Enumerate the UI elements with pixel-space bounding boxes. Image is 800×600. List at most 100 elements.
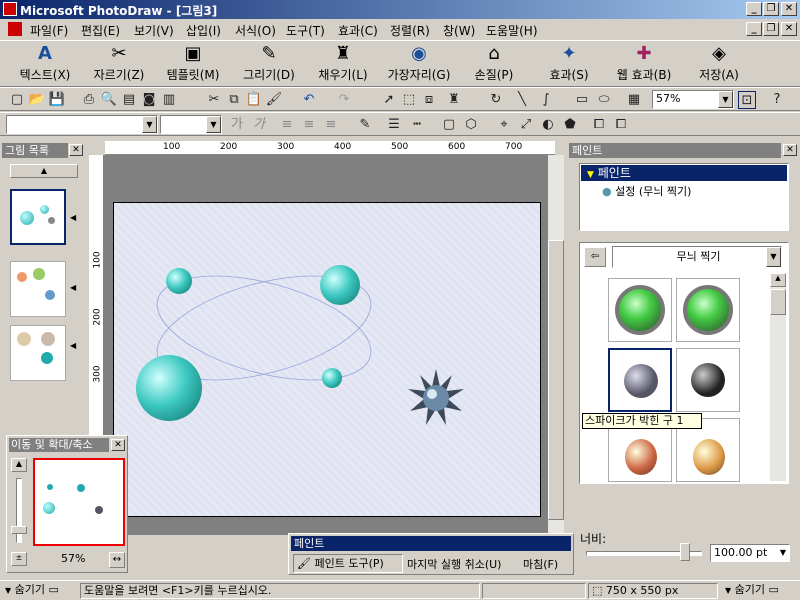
- doc-icon[interactable]: [8, 22, 22, 36]
- cut-icon[interactable]: ✂: [205, 91, 223, 109]
- crop-region-icon[interactable]: ⧈: [420, 91, 438, 109]
- camera-icon[interactable]: ◙: [140, 91, 158, 109]
- align-right-icon[interactable]: ≡: [322, 116, 340, 134]
- shape-icon[interactable]: ◐: [539, 116, 557, 134]
- visual-edge-button[interactable]: ◉ 가장자리(G): [380, 44, 458, 83]
- save-icon[interactable]: 💾: [48, 91, 66, 109]
- 3d-icon[interactable]: ⬡: [462, 116, 480, 134]
- hide-right-button[interactable]: ▼ 숨기기 ▭: [722, 583, 798, 599]
- teal-sphere-top-right[interactable]: [320, 265, 360, 305]
- group-icon[interactable]: ⧠: [590, 116, 608, 134]
- app-icon[interactable]: [3, 2, 17, 16]
- print-icon[interactable]: ⎙: [80, 91, 98, 109]
- help-icon[interactable]: ?: [768, 91, 786, 109]
- copy-icon[interactable]: ⧉: [225, 91, 243, 109]
- paint-tool-button[interactable]: 🖌 페인트 도구(P): [293, 554, 403, 573]
- ellipse-icon[interactable]: ⬭: [595, 91, 613, 109]
- stamp-green-sphere-1[interactable]: [608, 278, 672, 342]
- stamp-icon[interactable]: ⬟: [561, 116, 579, 134]
- distort-icon[interactable]: ⤢: [517, 116, 535, 134]
- ungroup-icon[interactable]: ⧠: [612, 116, 630, 134]
- scanner-icon[interactable]: ▥: [160, 91, 178, 109]
- menu-help[interactable]: 도움말(H): [486, 22, 538, 39]
- zoom-slider-thumb[interactable]: [11, 526, 27, 534]
- zoom-in-button[interactable]: ▲: [11, 458, 27, 472]
- font-size-select[interactable]: ▼: [160, 115, 222, 134]
- visual-template-button[interactable]: ▣ 템플릿(M): [154, 44, 232, 83]
- doc-minimize-button[interactable]: _: [746, 22, 762, 36]
- spiked-sphere-stamp[interactable]: [406, 367, 466, 427]
- width-input[interactable]: 100.00 pt ▼: [710, 544, 790, 562]
- select-icon[interactable]: ⬚: [400, 91, 418, 109]
- stamp-green-sphere-2[interactable]: [676, 278, 740, 342]
- picture-list-icon[interactable]: ▦: [625, 91, 643, 109]
- rotate-icon[interactable]: ↻: [487, 91, 505, 109]
- finish-button[interactable]: 마침(F): [523, 556, 558, 572]
- menu-insert[interactable]: 삽입(I): [186, 22, 221, 39]
- paste-icon[interactable]: 📋: [245, 91, 263, 109]
- drawing-canvas[interactable]: [113, 202, 541, 517]
- visual-web-effects-button[interactable]: ✚ 웹 효과(B): [605, 44, 683, 83]
- picture-thumbnail-1[interactable]: [10, 189, 66, 245]
- width-slider-thumb[interactable]: [680, 543, 690, 561]
- line-color-icon[interactable]: ✎: [356, 116, 374, 134]
- align-left-icon[interactable]: ≡: [278, 116, 296, 134]
- redo-icon[interactable]: ↷: [335, 91, 353, 109]
- new-icon[interactable]: ▢: [8, 91, 26, 109]
- stamp-category-select[interactable]: 무늬 찍기 ▼: [612, 246, 782, 268]
- menu-view[interactable]: 보기(V): [134, 22, 174, 39]
- menu-edit[interactable]: 편집(E): [81, 22, 120, 39]
- visual-save-button[interactable]: ◈ 저장(A): [680, 44, 758, 83]
- gallery-back-button[interactable]: ⇦: [584, 247, 606, 267]
- pan-zoom-close-button[interactable]: ✕: [111, 439, 125, 451]
- visual-crop-button[interactable]: ✂ 자르기(Z): [80, 44, 158, 83]
- dash-style-icon[interactable]: ┅: [408, 116, 426, 134]
- menu-format[interactable]: 서식(O): [235, 22, 276, 39]
- canvas-vertical-scrollbar[interactable]: [548, 155, 564, 535]
- fit-page-button[interactable]: ↔: [109, 552, 125, 568]
- picture-thumbnail-2[interactable]: [10, 261, 66, 317]
- format-painter-icon[interactable]: 🖌: [265, 91, 283, 109]
- line-weight-icon[interactable]: ☰: [385, 116, 403, 134]
- picture-thumbnail-3[interactable]: [10, 325, 66, 381]
- print-preview-icon[interactable]: 🔍: [100, 91, 118, 109]
- stamp-spiked-sphere-1[interactable]: [608, 348, 672, 412]
- visual-fill-button[interactable]: ♜ 채우기(L): [304, 44, 382, 83]
- zoom-out-button[interactable]: ±: [11, 552, 27, 566]
- transform-icon[interactable]: ⌖: [495, 116, 513, 134]
- scrollbar-thumb[interactable]: [770, 289, 786, 315]
- tree-header-paint[interactable]: ▼ 페인트: [581, 165, 787, 181]
- align-center-icon[interactable]: ≡: [300, 116, 318, 134]
- scan-icon[interactable]: ▤: [120, 91, 138, 109]
- visual-effects-button[interactable]: ✦ 효과(S): [530, 44, 608, 83]
- menu-tools[interactable]: 도구(T): [286, 22, 325, 39]
- gallery-scrollbar[interactable]: ▲: [770, 273, 786, 481]
- scrollbar-thumb[interactable]: [548, 240, 564, 520]
- shadow-icon[interactable]: ▢: [440, 116, 458, 134]
- doc-restore-button[interactable]: ❐: [763, 22, 779, 36]
- tree-item-stamp-settings[interactable]: ● 설정 (무늬 찍기): [602, 183, 691, 199]
- close-button[interactable]: ✕: [781, 2, 797, 16]
- undo-last-button[interactable]: 마지막 실행 취소(U): [407, 556, 501, 572]
- line-icon[interactable]: ╲: [513, 91, 531, 109]
- curve-icon[interactable]: ∫: [537, 91, 555, 109]
- menu-effects[interactable]: 효과(C): [338, 22, 378, 39]
- teal-sphere-large[interactable]: [136, 355, 202, 421]
- doc-close-button[interactable]: ✕: [781, 22, 797, 36]
- visual-draw-button[interactable]: ✎ 그리기(D): [230, 44, 308, 83]
- minimize-button[interactable]: _: [746, 2, 762, 16]
- menu-window[interactable]: 창(W): [443, 22, 475, 39]
- visual-text-button[interactable]: A 텍스트(X): [6, 44, 84, 83]
- maximize-button[interactable]: ❐: [763, 2, 779, 16]
- bold-icon[interactable]: 가: [228, 116, 246, 134]
- rectangle-icon[interactable]: ▭: [573, 91, 591, 109]
- picture-list-close-button[interactable]: ✕: [69, 144, 83, 156]
- italic-icon[interactable]: 가: [250, 116, 268, 134]
- teal-sphere-small-left[interactable]: [166, 268, 192, 294]
- pan-zoom-preview[interactable]: [33, 458, 125, 546]
- undo-icon[interactable]: ↶: [300, 91, 318, 109]
- teal-sphere-small-right[interactable]: [322, 368, 342, 388]
- menu-file[interactable]: 파일(F): [30, 22, 68, 39]
- picture-list-scroll-up[interactable]: ▲: [10, 164, 78, 178]
- zoom-select[interactable]: 57% ▼: [652, 90, 734, 109]
